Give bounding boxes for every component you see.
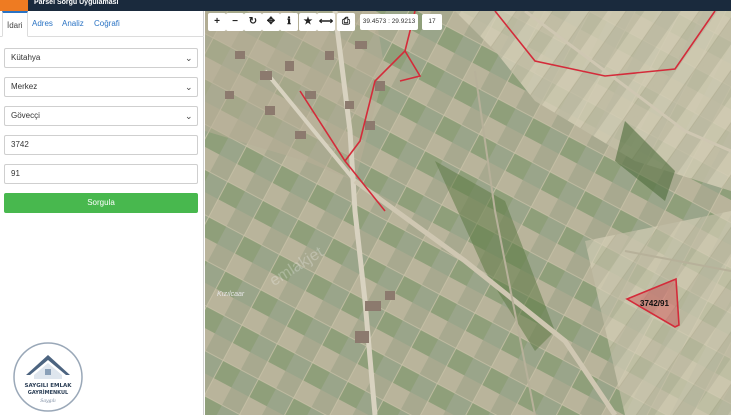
info-icon[interactable]: ℹ xyxy=(280,13,298,31)
place-label: Kızılcaar xyxy=(217,291,245,298)
il-select[interactable]: Kütahya ⌄ xyxy=(4,48,198,68)
parcel-label: 3742/91 xyxy=(640,299,669,308)
mahalle-select[interactable]: Gövecçi ⌄ xyxy=(4,106,198,126)
tab-adres[interactable]: Adres xyxy=(28,11,57,36)
logo-signature: Saygılı xyxy=(40,398,56,404)
ilce-select[interactable]: Merkez ⌄ xyxy=(4,77,198,97)
ilce-select-value: Merkez xyxy=(11,82,38,91)
chevron-down-icon: ⌄ xyxy=(185,82,193,92)
ada-input[interactable]: 3742 xyxy=(4,135,198,155)
sorgula-button[interactable]: Sorgula xyxy=(4,193,198,213)
il-select-value: Kütahya xyxy=(11,53,41,62)
tab-idari[interactable]: İdari xyxy=(2,11,28,37)
favorite-star-icon[interactable]: ★ xyxy=(299,13,317,31)
ada-input-value: 3742 xyxy=(11,140,29,149)
parsel-input-value: 91 xyxy=(11,169,20,178)
map-imagery[interactable]: 3742/91 Kızılcaar emlakjet xyxy=(205,11,731,415)
brand-logo-block xyxy=(0,0,28,11)
chevron-down-icon: ⌄ xyxy=(185,53,193,63)
zoom-level: 17 xyxy=(422,14,442,30)
tab-analiz[interactable]: Analiz xyxy=(58,11,88,36)
panel-tabs: İdari Adres Analiz Coğrafi xyxy=(0,11,204,37)
coordinate-readout: 39.4573 : 29.9213 xyxy=(360,14,418,30)
tab-cografi[interactable]: Coğrafi xyxy=(90,11,124,36)
locate-icon[interactable]: ✥ xyxy=(262,13,280,31)
print-icon[interactable]: ⎙ xyxy=(337,13,355,31)
app-header: Parsel Sorgu Uygulaması xyxy=(0,0,731,11)
measure-line-icon[interactable]: ⟷ xyxy=(317,13,335,31)
parsel-input[interactable]: 91 xyxy=(4,164,198,184)
satellite-map[interactable]: 3742/91 Kızılcaar emlakjet + − ↻ ✥ ℹ ★ ⟷… xyxy=(205,11,731,415)
app-title: Parsel Sorgu Uygulaması xyxy=(34,0,119,6)
mahalle-select-value: Gövecçi xyxy=(11,111,40,120)
side-panel: İdari Adres Analiz Coğrafi Kütahya ⌄ Mer… xyxy=(0,11,204,415)
logo-line1: SAYGILI EMLAK xyxy=(25,383,73,389)
realestate-logo: SAYGILI EMLAK GAYRİMENKUL Saygılı xyxy=(13,342,83,412)
refresh-icon[interactable]: ↻ xyxy=(244,13,262,31)
logo-line2: GAYRİMENKUL xyxy=(28,389,69,396)
zoom-out-icon[interactable]: − xyxy=(226,13,244,31)
zoom-in-icon[interactable]: + xyxy=(208,13,226,31)
chevron-down-icon: ⌄ xyxy=(185,111,193,121)
